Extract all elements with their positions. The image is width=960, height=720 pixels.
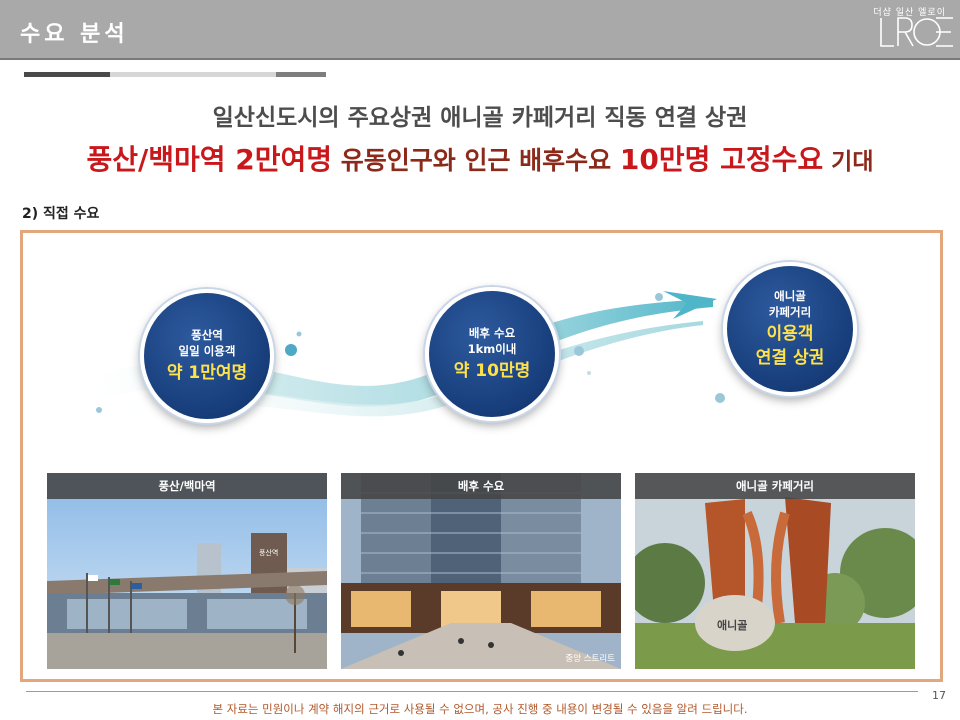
photo-title: 풍산/백마역 xyxy=(47,473,327,499)
rock-text: 애니골 xyxy=(717,618,747,632)
headline-text-1: 유동인구와 인근 배후수요 xyxy=(332,146,620,175)
brand-logo xyxy=(878,14,956,59)
headline-highlight-1: 풍산/백마역 2만여명 xyxy=(86,143,333,176)
headline-highlight-2: 10만명 고정수요 xyxy=(619,143,824,176)
page-title: 수요 분석 xyxy=(20,22,129,47)
circle-label: 일일 이용객 xyxy=(178,344,236,358)
photo-title: 배후 수요 xyxy=(341,473,621,499)
disclaimer-text: 본 자료는 민원이나 계약 해지의 근거로 사용될 수 없으며, 공사 진행 중… xyxy=(212,702,748,716)
circle-label: 풍산역 xyxy=(191,328,223,342)
circle-value: 연결 상권 xyxy=(755,348,825,368)
circle-label: 애니골 xyxy=(774,289,806,303)
demand-circle-hinterland: 배후 수요 1km이내 약 10만명 xyxy=(425,287,559,421)
photo-cafe-street: 애니골 카페거리 애니골 xyxy=(635,473,915,669)
photo-caption: 중앙 스트리트 xyxy=(565,654,615,664)
photo-title: 애니골 카페거리 xyxy=(635,473,915,499)
header-divider xyxy=(0,58,960,60)
progress-segment xyxy=(110,72,276,77)
circle-label: 1km이내 xyxy=(467,342,517,356)
section-label: 2) 직접 수요 xyxy=(22,206,100,222)
hinterland-image xyxy=(341,473,621,669)
demand-circle-cafe-street: 애니골 카페거리 이용객 연결 상권 xyxy=(723,262,857,396)
photo-station: 풍산/백마역 풍산역 xyxy=(47,473,327,669)
station-image: 풍산역 xyxy=(47,473,327,669)
station-sign: 풍산역 xyxy=(259,548,278,557)
footer-divider xyxy=(26,691,918,692)
circle-label: 배후 수요 xyxy=(468,326,516,340)
demand-circle-station: 풍산역 일일 이용객 약 1만여명 xyxy=(140,289,274,423)
headline-primary: 일산신도시의 주요상권 애니골 카페거리 직동 연결 상권 xyxy=(212,105,748,131)
cafe-street-image: 애니골 xyxy=(635,473,915,669)
header-bar: 수요 분석 더샵 일산 엘로이 xyxy=(0,0,960,58)
progress-segment xyxy=(276,72,326,77)
photo-hinterland: 배후 수요 중앙 스트리트 xyxy=(341,473,621,669)
progress-segment xyxy=(24,72,110,77)
circle-value: 약 10만명 xyxy=(453,361,531,381)
headline-secondary: 풍산/백마역 2만여명 유동인구와 인근 배후수요 10만명 고정수요 기대 xyxy=(0,138,960,178)
content-frame: 풍산역 일일 이용객 약 1만여명 배후 수요 1km이내 약 10만명 애니골… xyxy=(20,230,943,682)
circle-value: 약 1만여명 xyxy=(166,363,248,383)
circle-value: 이용객 xyxy=(766,324,814,344)
circle-label: 카페거리 xyxy=(768,305,812,319)
headline-text-2: 기대 xyxy=(823,149,874,175)
demand-flow: 풍산역 일일 이용객 약 1만여명 배후 수요 1km이내 약 10만명 애니골… xyxy=(23,233,940,463)
brand-logo-mark xyxy=(880,17,953,47)
